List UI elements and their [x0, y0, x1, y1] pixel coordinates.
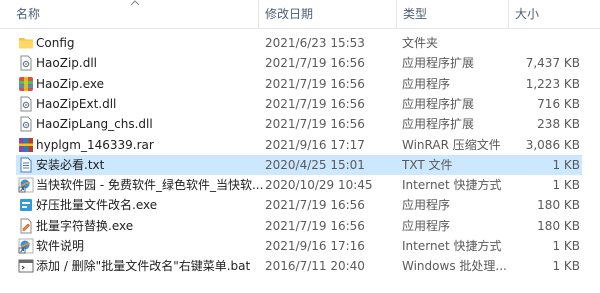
file-type: Windows 批处理...	[402, 259, 507, 274]
file-name: 好压批量文件改名.exe	[36, 198, 158, 213]
rar-archive-icon	[18, 137, 34, 153]
file-row[interactable]: hyplgm_146339.rar 2021/9/16 17:17 WinRAR 压…	[16, 135, 582, 155]
file-type: WinRAR 压缩文件	[402, 137, 501, 152]
file-size: 3,086 KB	[525, 137, 580, 152]
file-modified-date: 2021/7/19 16:56	[265, 56, 365, 71]
column-header-date[interactable]: 修改日期	[258, 0, 313, 28]
haozip-app-icon	[18, 76, 34, 92]
file-name: HaoZipExt.dll	[36, 96, 117, 111]
file-modified-date: 2021/9/16 17:17	[265, 137, 365, 152]
file-size: 1 KB	[552, 239, 580, 253]
file-size: 238 KB	[537, 117, 580, 132]
file-name: 当快软件园 - 免费软件_绿色软件_当快软...	[36, 178, 264, 193]
file-size: 180 KB	[537, 218, 580, 233]
file-modified-date: 2021/7/19 16:56	[265, 218, 365, 233]
file-modified-date: 2021/9/16 17:16	[265, 239, 365, 253]
file-type: 应用程序扩展	[402, 117, 475, 132]
batch-file-icon	[18, 258, 34, 274]
file-row[interactable]: HaoZipLang_chs.dll 2021/7/19 16:56 应用程序扩展 2…	[16, 114, 582, 134]
dll-file-icon	[18, 116, 34, 132]
dll-file-icon	[18, 55, 34, 71]
file-name: 软件说明	[36, 239, 85, 253]
file-row[interactable]: 添加 / 删除"批量文件改名"右键菜单.bat 2016/7/11 20:40 Wi…	[16, 256, 582, 276]
file-modified-date: 2020/4/25 15:01	[265, 157, 365, 172]
file-modified-date: 2021/6/23 15:53	[265, 36, 365, 50]
file-name: 安装必看.txt	[36, 157, 105, 172]
file-name: 添加 / 删除"批量文件改名"右键菜单.bat	[36, 259, 251, 274]
file-row[interactable]: 批量字符替换.exe 2021/7/19 16:56 应用程序 180 KB	[16, 216, 582, 236]
file-row[interactable]: 软件说明 2021/9/16 17:16 Internet 快捷方式 1 KB	[16, 236, 582, 256]
file-row[interactable]: 当快软件园 - 免费软件_绿色软件_当快软... 2020/10/29 10:45…	[16, 175, 582, 195]
file-row[interactable]: Config 2021/6/23 15:53 文件夹	[16, 33, 582, 53]
file-row[interactable]: HaoZip.exe 2021/7/19 16:56 应用程序 1,223 KB	[16, 74, 582, 94]
file-type: TXT 文件	[402, 157, 453, 172]
file-type: 应用程序扩展	[402, 96, 475, 111]
file-modified-date: 2021/7/19 16:56	[265, 96, 365, 111]
sort-ascending-icon	[130, 0, 140, 6]
file-modified-date: 2021/7/19 16:56	[265, 198, 365, 213]
rename-app-icon	[18, 197, 34, 213]
column-header-type[interactable]: 类型	[396, 0, 427, 28]
file-row[interactable]: HaoZip.dll 2021/7/19 16:56 应用程序扩展 7,437 KB	[16, 53, 582, 73]
file-name: Config	[36, 36, 75, 50]
file-modified-date: 2021/7/19 16:56	[265, 76, 365, 91]
file-name: HaoZipLang_chs.dll	[36, 117, 153, 132]
file-size: 1 KB	[552, 259, 580, 274]
file-size: 7,437 KB	[525, 56, 580, 71]
column-header-size[interactable]: 大小	[508, 0, 539, 28]
file-row[interactable]: 好压批量文件改名.exe 2021/7/19 16:56 应用程序 180 KB	[16, 195, 582, 215]
file-name: hyplgm_146339.rar	[36, 137, 154, 152]
file-type: 应用程序	[402, 218, 451, 233]
file-row[interactable]: 安装必看.txt 2020/4/25 15:01 TXT 文件 1 KB	[16, 154, 582, 175]
text-file-icon	[18, 157, 34, 173]
file-size: 1 KB	[552, 157, 580, 172]
file-type: 应用程序	[402, 198, 451, 213]
file-name: 批量字符替换.exe	[36, 218, 134, 233]
file-size: 180 KB	[537, 198, 580, 213]
file-type: Internet 快捷方式	[402, 178, 502, 193]
file-row[interactable]: HaoZipExt.dll 2021/7/19 16:56 应用程序扩展 716 KB	[16, 94, 582, 114]
file-modified-date: 2021/7/19 16:56	[265, 117, 365, 132]
file-size: 1,223 KB	[525, 76, 580, 91]
file-modified-date: 2020/10/29 10:45	[265, 178, 373, 193]
internet-shortcut-icon	[18, 238, 34, 254]
file-type: 应用程序	[402, 76, 451, 91]
file-modified-date: 2016/7/11 20:40	[265, 259, 365, 274]
internet-shortcut-icon	[18, 177, 34, 193]
folder-icon	[18, 35, 34, 51]
column-header-name[interactable]: 名称	[16, 6, 40, 22]
file-name: HaoZip.dll	[36, 56, 97, 71]
file-type: Internet 快捷方式	[402, 239, 502, 253]
file-type: 应用程序扩展	[402, 56, 475, 71]
file-size: 1 KB	[552, 178, 580, 193]
column-header-bar: 名称 修改日期 类型 大小	[0, 0, 600, 29]
replace-app-icon	[18, 218, 34, 234]
file-name: HaoZip.exe	[36, 76, 104, 91]
file-type: 文件夹	[402, 36, 439, 50]
file-size: 716 KB	[537, 96, 580, 111]
dll-file-icon	[18, 96, 34, 112]
